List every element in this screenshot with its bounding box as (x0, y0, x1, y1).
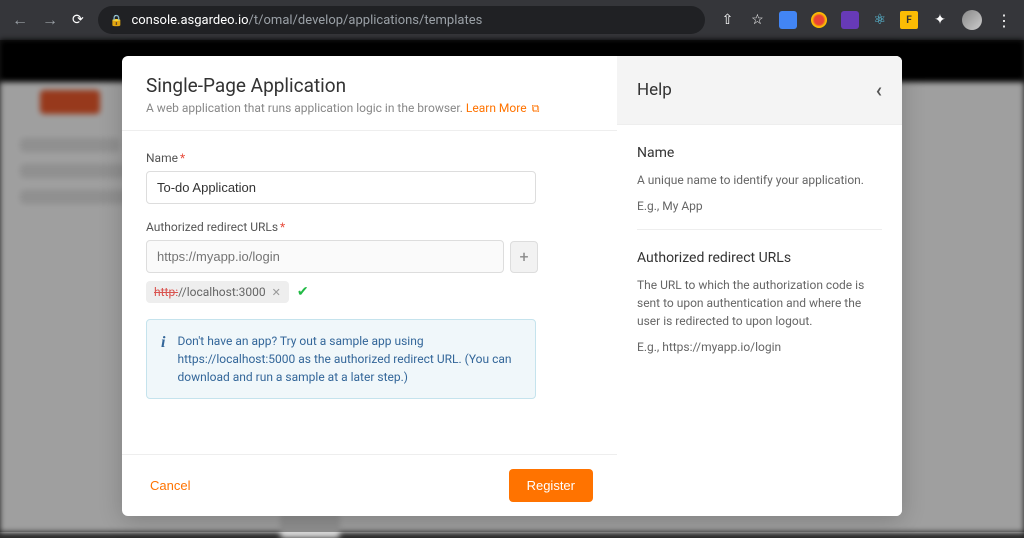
modal-overlay: Single-Page Application A web applicatio… (0, 40, 1024, 532)
help-body: Name A unique name to identify your appl… (617, 125, 902, 410)
url-text: console.asgardeo.io/t/omal/develop/appli… (131, 13, 482, 28)
url-label: Authorized redirect URLs* (146, 220, 593, 234)
url-path: /t/omal/develop/applications/templates (249, 13, 483, 28)
help-section-text: The URL to which the authorization code … (637, 276, 882, 330)
toolbar-icons: ⇧ ☆ ⚛ F ✦ ⋮ (719, 10, 1012, 30)
share-icon[interactable]: ⇧ (719, 12, 735, 28)
modal-footer: Cancel Register (122, 454, 617, 516)
url-tag-protocol: http: (154, 285, 178, 299)
nav-controls: ← → ⟳ (12, 10, 84, 30)
url-field-group: Authorized redirect URLs* + http://local… (146, 220, 593, 303)
lock-icon: 🔒 (110, 14, 124, 27)
menu-dots-icon[interactable]: ⋮ (996, 11, 1012, 30)
extension-icon[interactable]: ⚛ (873, 12, 886, 28)
help-title: Help (637, 80, 672, 100)
modal-subtitle: A web application that runs application … (146, 101, 593, 116)
forward-button[interactable]: → (42, 10, 58, 30)
checkmark-icon: ✔ (297, 284, 309, 300)
url-tag-rest: //localhost:3000 (178, 285, 266, 299)
url-bar[interactable]: 🔒 console.asgardeo.io/t/omal/develop/app… (98, 6, 706, 34)
remove-tag-icon[interactable]: ✕ (272, 286, 281, 299)
help-section-name: Name A unique name to identify your appl… (637, 145, 882, 230)
subtitle-text: A web application that runs application … (146, 101, 463, 115)
profile-avatar[interactable] (962, 10, 982, 30)
help-panel: Help ‹ Name A unique name to identify yo… (617, 56, 902, 516)
extension-icon[interactable] (779, 11, 797, 29)
browser-chrome: ← → ⟳ 🔒 console.asgardeo.io/t/omal/devel… (0, 0, 1024, 40)
url-domain: console.asgardeo.io (131, 13, 248, 28)
help-section-example: E.g., My App (637, 199, 882, 213)
extension-icon[interactable]: F (900, 11, 918, 29)
help-section-example: E.g., https://myapp.io/login (637, 340, 882, 354)
help-section-title: Name (637, 145, 882, 161)
name-label: Name* (146, 151, 593, 165)
info-text: Don't have an app? Try out a sample app … (177, 332, 521, 386)
name-input[interactable] (146, 171, 536, 204)
modal-header: Single-Page Application A web applicatio… (122, 56, 617, 131)
modal-title: Single-Page Application (146, 74, 593, 97)
help-section-text: A unique name to identify your applicati… (637, 171, 882, 189)
name-field-group: Name* (146, 151, 593, 204)
info-box: i Don't have an app? Try out a sample ap… (146, 319, 536, 399)
create-app-modal: Single-Page Application A web applicatio… (122, 56, 902, 516)
bookmark-icon[interactable]: ☆ (749, 12, 765, 28)
learn-more-link[interactable]: Learn More ⧉ (466, 101, 540, 115)
help-section-title: Authorized redirect URLs (637, 250, 882, 266)
help-section-urls: Authorized redirect URLs The URL to whic… (637, 250, 882, 370)
modal-body: Name* Authorized redirect URLs* + http:/… (122, 131, 617, 454)
extension-icon[interactable] (841, 11, 859, 29)
url-input-row: + (146, 240, 593, 273)
collapse-help-icon[interactable]: ‹ (876, 78, 882, 102)
url-input[interactable] (146, 240, 504, 273)
cancel-button[interactable]: Cancel (146, 470, 194, 501)
extensions-icon[interactable]: ✦ (932, 12, 948, 28)
url-tag: http://localhost:3000 ✕ (146, 281, 289, 303)
add-url-button[interactable]: + (510, 241, 538, 273)
modal-main-panel: Single-Page Application A web applicatio… (122, 56, 617, 516)
info-icon: i (161, 334, 165, 386)
extension-icon[interactable] (811, 12, 827, 28)
back-button[interactable]: ← (12, 10, 28, 30)
help-header: Help ‹ (617, 56, 902, 125)
url-tag-row: http://localhost:3000 ✕ ✔ (146, 281, 593, 303)
register-button[interactable]: Register (509, 469, 593, 502)
reload-button[interactable]: ⟳ (72, 12, 84, 28)
external-link-icon: ⧉ (532, 102, 540, 115)
